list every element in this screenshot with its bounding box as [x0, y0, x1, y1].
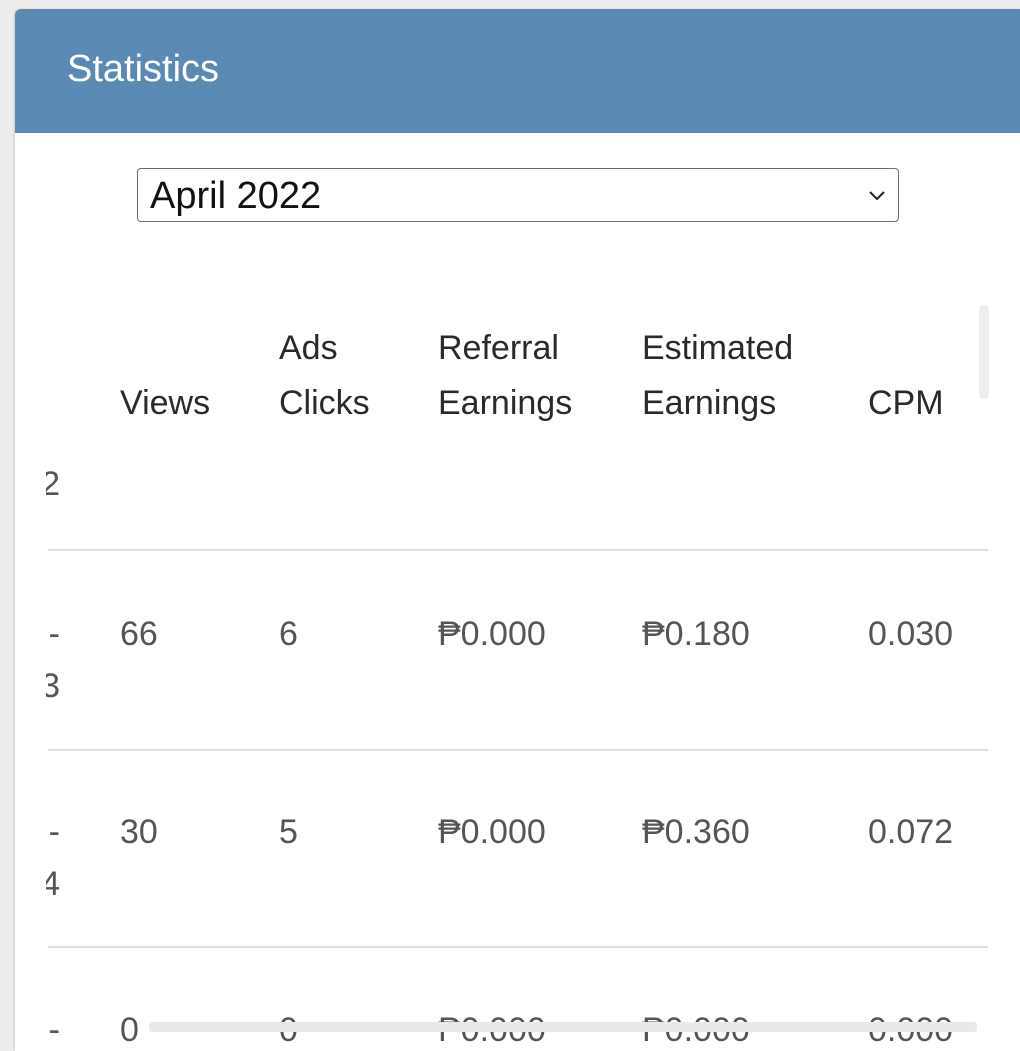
- row-date-line1: -: [48, 813, 60, 851]
- cell-referral-earnings: ₱0.000: [438, 813, 546, 851]
- row-date-clip: -: [46, 1003, 60, 1051]
- card-header: Statistics: [15, 9, 1020, 133]
- card-title: Statistics: [67, 48, 220, 90]
- header-date-fragment-text: 2: [46, 465, 60, 503]
- header-ads-line1: Ads: [279, 329, 338, 367]
- header-estimated-line2: Earnings: [642, 384, 777, 422]
- month-select-value: April 2022: [150, 175, 322, 217]
- month-select[interactable]: April 2022: [137, 168, 899, 222]
- cell-views: 66: [120, 615, 158, 653]
- cell-estimated-earnings: ₱0.180: [642, 615, 750, 653]
- header-referral-line2: Earnings: [438, 384, 573, 422]
- cell-ads-clicks: 6: [279, 615, 298, 653]
- cell-views: 0: [120, 1011, 139, 1049]
- row-date-clip: - 3: [46, 607, 60, 717]
- cell-cpm: 0.030: [868, 615, 954, 653]
- row-date-line2: 3: [46, 667, 60, 705]
- statistics-card: Statistics April 2022 2 Views Ads Clicks…: [15, 9, 1020, 1051]
- row-divider: [48, 749, 988, 751]
- header-date-fragment: 2: [46, 462, 60, 512]
- row-date-line1: -: [48, 615, 60, 653]
- cell-referral-earnings: ₱0.000: [438, 615, 546, 653]
- cell-estimated-earnings: ₱0.360: [642, 813, 750, 851]
- header-date-clip: 2: [46, 299, 60, 419]
- cell-ads-clicks: 5: [279, 813, 298, 851]
- header-estimated-line1: Estimated: [642, 329, 794, 367]
- header-cpm: CPM: [868, 384, 944, 422]
- header-ads-line2: Clicks: [279, 384, 370, 422]
- cell-cpm: 0.072: [868, 813, 954, 851]
- row-date-line1: -: [48, 1011, 60, 1049]
- cell-views: 30: [120, 813, 158, 851]
- horizontal-scrollbar[interactable]: [149, 1022, 977, 1032]
- header-views: Views: [120, 384, 211, 422]
- chevron-down-icon: [869, 191, 885, 201]
- header-referral-line1: Referral: [438, 329, 559, 367]
- row-date-line2: 4: [46, 865, 60, 903]
- stats-table[interactable]: 2 Views Ads Clicks Referral Earnings Est…: [15, 299, 990, 1051]
- row-divider: [48, 549, 988, 551]
- vertical-scrollbar[interactable]: [979, 305, 989, 399]
- row-date-clip: - 4: [46, 805, 60, 915]
- row-divider: [48, 946, 988, 948]
